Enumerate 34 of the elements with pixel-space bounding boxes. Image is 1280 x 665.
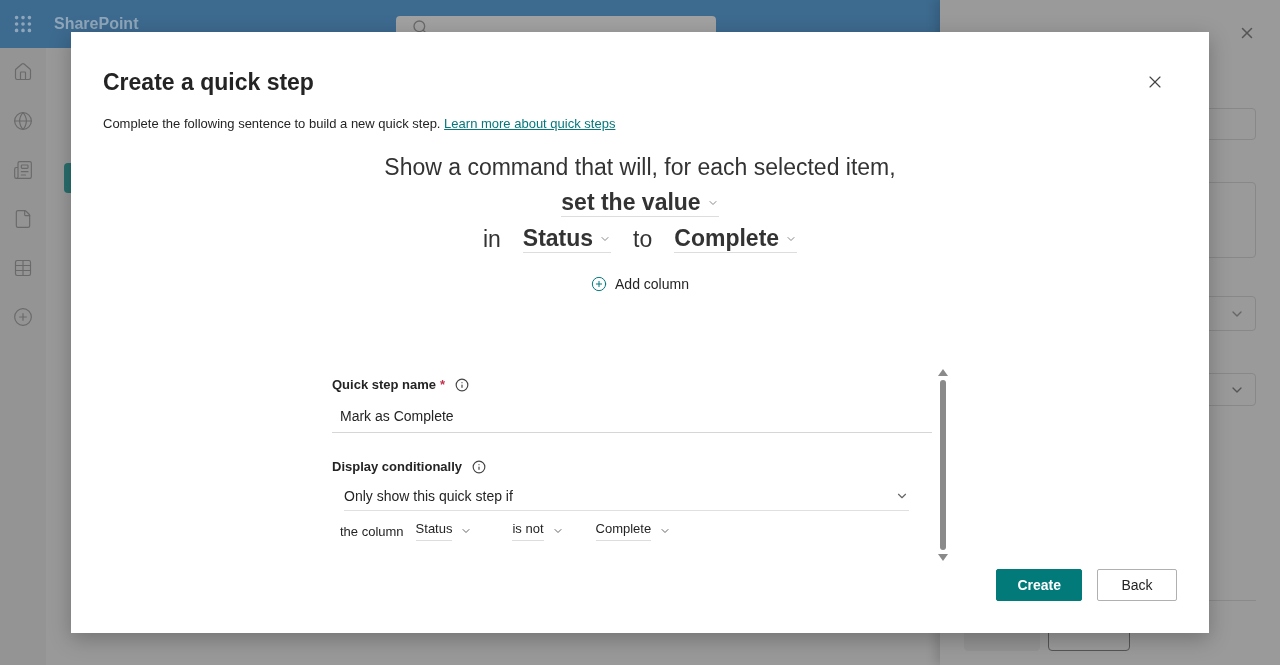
sentence-text: to — [633, 225, 653, 253]
back-button[interactable]: Back — [1097, 569, 1177, 601]
up-arrow-icon[interactable] — [938, 369, 948, 376]
sentence-dropdown[interactable]: Status — [522, 225, 612, 253]
file-icon[interactable] — [13, 209, 33, 229]
sentence-text: in — [482, 225, 501, 253]
add-icon[interactable] — [13, 307, 33, 327]
app-launcher-icon[interactable] — [12, 13, 34, 35]
dialog-title: Create a quick step — [103, 68, 314, 96]
globe-icon[interactable] — [13, 111, 33, 131]
info-icon[interactable] — [472, 459, 487, 474]
value-dropdown[interactable]: Complete — [595, 517, 672, 545]
scrollbar[interactable] — [938, 369, 948, 561]
table-icon[interactable] — [13, 258, 33, 278]
sentence-dropdown[interactable]: Complete — [674, 225, 798, 253]
home-icon[interactable] — [13, 62, 33, 82]
sentence-text: Show a command that will, for each selected item, — [384, 153, 896, 181]
condition-dropdown[interactable]: Only show this quick step if — [344, 482, 909, 511]
info-icon[interactable] — [455, 377, 470, 392]
column-dropdown[interactable]: Status — [415, 517, 473, 545]
create-button[interactable]: Create — [996, 569, 1082, 601]
field-label: Quick step name — [332, 377, 437, 392]
add-column-button[interactable]: Add column — [585, 275, 695, 293]
sentence-dropdown[interactable]: set the value — [561, 189, 719, 217]
add-icon — [591, 276, 608, 292]
field-label: Display conditionally — [332, 459, 463, 474]
down-arrow-icon[interactable] — [938, 554, 948, 561]
news-icon[interactable] — [13, 160, 33, 180]
operator-dropdown[interactable]: is not — [512, 517, 564, 545]
description-text: Complete the following sentence to build a new quick step. Learn more about quick steps — [103, 116, 617, 131]
condition-text: the column — [340, 523, 404, 539]
app-name: SharePoint — [54, 15, 139, 33]
required-mark: * — [440, 377, 446, 392]
learn-more-link[interactable]: Learn more about quick steps — [444, 116, 616, 131]
